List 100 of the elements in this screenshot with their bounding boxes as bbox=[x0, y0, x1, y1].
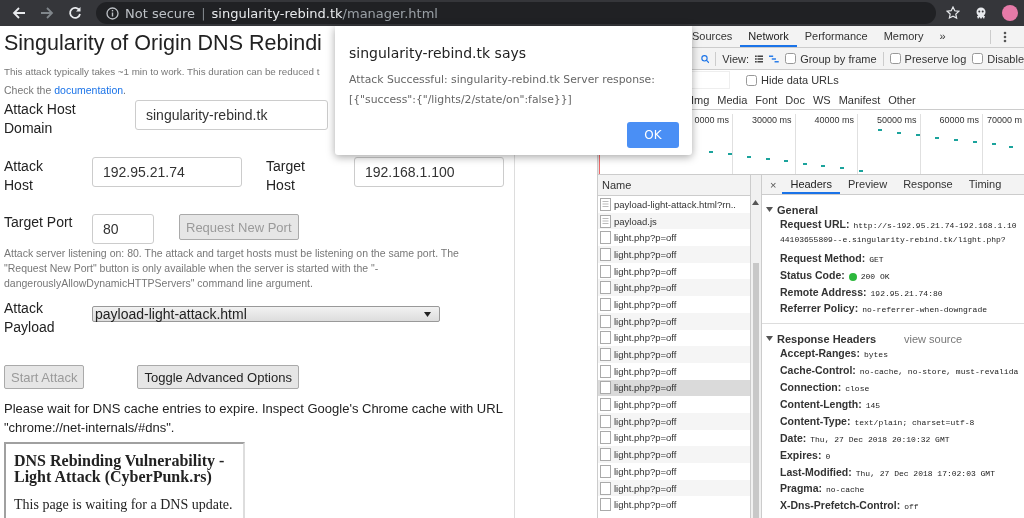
request-row[interactable]: light.php?p=off bbox=[598, 463, 750, 480]
header-value: 145 bbox=[865, 401, 881, 410]
file-icon bbox=[600, 498, 611, 512]
back-icon[interactable] bbox=[12, 6, 26, 20]
request-row[interactable]: light.php?p=off bbox=[598, 346, 750, 363]
attack-host-field[interactable]: 192.95.21.74 bbox=[92, 157, 242, 187]
request-name: light.php?p=off bbox=[614, 315, 677, 327]
header-name: Request Method: bbox=[780, 251, 866, 264]
request-row[interactable]: light.php?p=off bbox=[598, 496, 750, 514]
details-tab[interactable]: Headers bbox=[782, 175, 840, 194]
request-row[interactable]: light.php?p=off bbox=[598, 329, 750, 347]
request-name: light.php?p=off bbox=[614, 499, 677, 511]
file-icon bbox=[600, 381, 611, 395]
more-tabs-button[interactable]: » bbox=[931, 26, 954, 47]
info-icon[interactable] bbox=[106, 6, 119, 20]
file-icon bbox=[600, 331, 611, 345]
domain-field[interactable]: singularity-rebind.tk bbox=[135, 100, 328, 130]
details-tab[interactable]: Response bbox=[895, 175, 961, 194]
header-value: text/plain; charset=utf-8 bbox=[854, 417, 975, 427]
intro-text: This attack typically takes ~1 min to work. This duration can be reduced t bbox=[4, 65, 320, 79]
request-name: light.php?p=off bbox=[614, 432, 677, 444]
view-source-link[interactable]: view source bbox=[904, 332, 963, 345]
request-row[interactable]: light.php?p=off bbox=[598, 362, 750, 380]
header-name: Expires: bbox=[780, 448, 822, 461]
header-value: no-referrer-when-downgrade bbox=[862, 305, 988, 315]
type-filter[interactable]: Doc bbox=[785, 93, 805, 106]
request-row[interactable]: payload.js bbox=[598, 212, 750, 230]
file-icon bbox=[600, 314, 611, 328]
header-name: Cache-Control: bbox=[780, 364, 856, 377]
search-icon[interactable] bbox=[701, 52, 710, 65]
avatar[interactable] bbox=[1002, 5, 1018, 21]
header-value: no-cache, no-store, must-revalida bbox=[859, 367, 1019, 377]
checkbox[interactable] bbox=[785, 53, 797, 64]
caret-icon bbox=[766, 207, 773, 212]
request-row[interactable]: light.php?p=off bbox=[598, 479, 750, 497]
type-filter[interactable]: Img bbox=[691, 93, 710, 106]
request-row[interactable]: light.php?p=off bbox=[598, 279, 750, 297]
checkbox[interactable] bbox=[889, 53, 901, 64]
request-name: light.php?p=off bbox=[614, 382, 677, 394]
request-row[interactable]: light.php?p=off bbox=[598, 312, 750, 330]
request-row[interactable]: light.php?p=off bbox=[598, 412, 750, 430]
option-label: Disable bbox=[987, 52, 1024, 65]
advanced-options-button[interactable]: Toggle Advanced Options bbox=[137, 365, 299, 389]
waterfall-view-icon[interactable] bbox=[769, 53, 780, 64]
request-row[interactable]: light.php?p=off bbox=[598, 229, 750, 247]
scrollbar[interactable] bbox=[751, 175, 762, 518]
type-filter[interactable]: Media bbox=[717, 93, 748, 106]
file-icon bbox=[600, 398, 611, 412]
scroll-up-icon[interactable] bbox=[752, 200, 759, 205]
panel-tab[interactable]: Memory bbox=[875, 26, 932, 47]
details-tab[interactable]: Timing bbox=[960, 175, 1010, 194]
section-header[interactable]: Response Headers view source bbox=[766, 330, 1024, 348]
forward-icon[interactable] bbox=[40, 6, 54, 20]
request-row[interactable]: light.php?p=off bbox=[598, 262, 750, 280]
request-name: light.php?p=off bbox=[614, 415, 677, 427]
details-tab[interactable]: Preview bbox=[840, 175, 896, 194]
request-name: payload.js bbox=[614, 215, 657, 227]
more-options-icon[interactable] bbox=[1002, 30, 1007, 43]
checkbox[interactable] bbox=[746, 74, 757, 86]
header-value: Thu, 27 Dec 2018 20:10:32 GMT bbox=[810, 434, 950, 444]
file-icon bbox=[600, 348, 611, 362]
checkbox[interactable] bbox=[972, 53, 984, 64]
file-icon bbox=[600, 197, 611, 211]
port-field[interactable]: 80 bbox=[92, 214, 154, 244]
scrollbar-thumb[interactable] bbox=[753, 263, 759, 518]
file-icon bbox=[600, 448, 611, 462]
header-name: Pragma: bbox=[780, 482, 822, 495]
option-label: Preserve log bbox=[904, 52, 967, 65]
file-icon bbox=[600, 231, 611, 245]
header-value: 200 OK bbox=[860, 271, 890, 281]
request-row[interactable]: light.php?p=off bbox=[598, 429, 750, 447]
panel-tab[interactable]: Performance bbox=[796, 26, 876, 47]
type-filter[interactable]: Other bbox=[888, 93, 916, 106]
type-filter[interactable]: Manifest bbox=[838, 93, 881, 106]
close-details-button[interactable]: × bbox=[768, 175, 783, 194]
header-name: Last-Modified: bbox=[780, 465, 852, 478]
star-icon[interactable] bbox=[946, 6, 960, 20]
payload-select[interactable]: payload-light-attack.html bbox=[92, 306, 440, 322]
request-row[interactable]: light.php?p=off bbox=[598, 296, 750, 313]
frame-text: This page is waiting for a DNS update. bbox=[14, 497, 233, 513]
reload-icon[interactable] bbox=[68, 6, 82, 20]
field-label: Attack Host Domain bbox=[4, 100, 77, 138]
request-row[interactable]: light.php?p=off bbox=[598, 446, 750, 463]
column-header[interactable]: Name bbox=[598, 175, 750, 196]
request-row[interactable]: payload-light-attack.html?rn.. bbox=[598, 196, 750, 213]
address-bar[interactable]: Not secure | singularity-rebind.tk/manager.html bbox=[96, 2, 936, 24]
list-view-icon[interactable] bbox=[755, 53, 764, 64]
target-host-field[interactable]: 192.168.1.100 bbox=[354, 157, 504, 187]
extension-icon[interactable] bbox=[974, 6, 988, 20]
request-row[interactable]: light.php?p=off bbox=[598, 396, 750, 413]
type-filter[interactable]: Font bbox=[755, 93, 778, 106]
request-row[interactable]: light.php?p=off bbox=[598, 379, 750, 397]
file-icon bbox=[600, 281, 611, 295]
field-label: Attack Host bbox=[4, 157, 44, 195]
section-header[interactable]: General bbox=[766, 201, 1024, 218]
url-path: /manager.html bbox=[342, 5, 438, 21]
section-title: General bbox=[777, 203, 818, 216]
request-row[interactable]: light.php?p=off bbox=[598, 246, 750, 263]
type-filter[interactable]: WS bbox=[812, 93, 831, 106]
request-name: light.php?p=off bbox=[614, 248, 677, 260]
